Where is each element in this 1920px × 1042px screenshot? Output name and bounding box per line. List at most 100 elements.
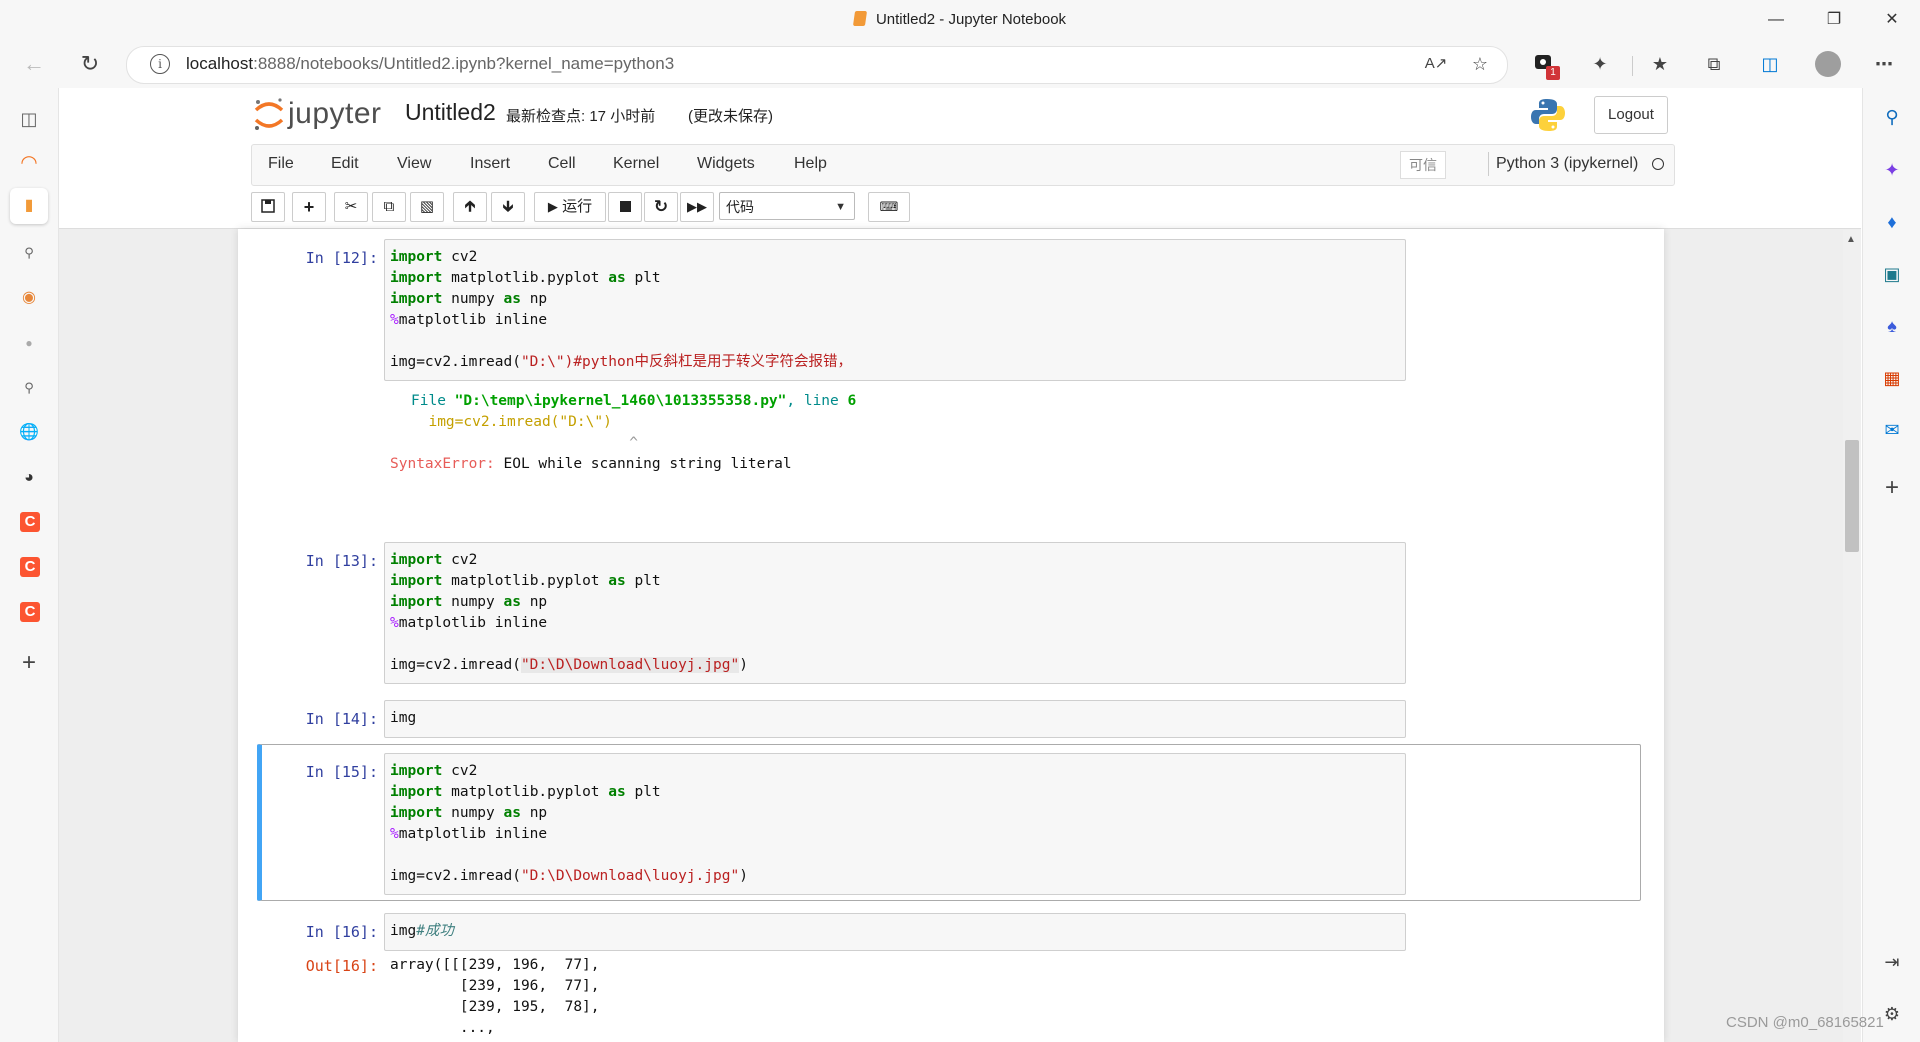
cell-16-output: array([[[239, 196, 77], [239, 196, 77], …	[390, 957, 600, 1036]
office-icon[interactable]: ▦	[1877, 364, 1907, 392]
restart-icon: ↻	[653, 197, 669, 216]
profile-avatar[interactable]	[1815, 51, 1841, 77]
csdn-watermark: CSDN @m0_68165821	[1726, 1014, 1884, 1031]
site-info-icon[interactable]: i	[150, 54, 170, 74]
notebook-tab-icon[interactable]: ▮	[14, 191, 44, 221]
notebook-favicon-icon	[852, 11, 867, 26]
url-host: localhost	[186, 54, 254, 73]
run-label: 运行	[562, 198, 593, 215]
notebook-menubar	[251, 144, 1675, 186]
scissors-icon: ✂	[344, 198, 358, 215]
arrow-up-icon: 🡱	[464, 198, 476, 215]
collections-icon[interactable]: ⧉	[1700, 51, 1728, 77]
games-icon[interactable]: ♠	[1877, 312, 1907, 340]
cell-14-prompt: In [14]:	[305, 710, 378, 728]
cell-12-traceback: File "D:\temp\ipykernel_1460\1013355358.…	[411, 393, 857, 451]
paste-button[interactable]: ▧	[410, 192, 444, 222]
minimize-icon[interactable]: —	[1762, 8, 1790, 32]
checkpoint-status: 最新检查点: 17 小时前	[506, 108, 656, 125]
restart-kernel-button[interactable]: ↻	[644, 192, 678, 222]
keyboard-icon: ⌨	[879, 199, 899, 214]
window-title-text: Untitled2 - Jupyter Notebook	[875, 11, 1067, 28]
copy-icon: ⧉	[383, 198, 395, 215]
cell-13-code: import cv2 import matplotlib.pyplot as p…	[390, 552, 748, 673]
globe-tab-icon[interactable]: 🌐	[14, 418, 44, 448]
notebook-container: In [12]: import cv2 import matplotlib.py…	[238, 229, 1664, 1042]
add-sidebar-app-icon[interactable]: +	[1877, 474, 1907, 502]
move-up-button[interactable]: 🡱	[453, 192, 487, 222]
colorful-tab-icon[interactable]: ◉	[14, 283, 44, 313]
python-logo-icon	[1530, 97, 1566, 133]
menu-insert[interactable]: Insert	[470, 155, 510, 173]
scroll-up-arrow-icon[interactable]: ▲	[1846, 234, 1856, 245]
csdn-tab-icon-2[interactable]: C	[20, 557, 40, 577]
cell-16-out-prompt: Out[16]:	[305, 957, 378, 975]
menu-cell[interactable]: Cell	[548, 155, 576, 173]
cell-16-code: img#成功	[390, 923, 454, 939]
cell-14-input[interactable]	[384, 700, 1406, 738]
clipboard-icon: ▧	[419, 198, 435, 215]
csdn-tab-icon-1[interactable]: C	[20, 512, 40, 532]
edge-bar-icon[interactable]: ◫	[1756, 51, 1784, 77]
menu-kernel[interactable]: Kernel	[613, 155, 659, 173]
play-icon: ▶	[547, 199, 558, 214]
tools-briefcase-icon[interactable]: ▣	[1877, 260, 1907, 288]
fast-forward-icon: ▶▶	[687, 199, 707, 214]
favorites-icon[interactable]: ★	[1646, 51, 1674, 77]
cell-type-select[interactable]: 代码 ▼	[719, 192, 855, 220]
command-palette-button[interactable]: ⌨	[868, 192, 910, 222]
arrow-down-icon: 🡳	[502, 198, 514, 215]
shopping-tag-icon[interactable]: ♦	[1877, 208, 1907, 236]
save-icon	[261, 199, 275, 213]
logout-button[interactable]: Logout	[1594, 96, 1668, 134]
jupyter-logo[interactable]: jupyter	[252, 96, 392, 132]
cell-12-code: import cv2 import matplotlib.pyplot as p…	[390, 249, 852, 370]
dot-tab-icon[interactable]: ●	[14, 328, 44, 358]
menu-view[interactable]: View	[397, 155, 431, 173]
outlook-icon[interactable]: ✉	[1877, 416, 1907, 444]
menu-widgets[interactable]: Widgets	[697, 155, 755, 173]
cut-button[interactable]: ✂	[334, 192, 368, 222]
menu-file[interactable]: File	[268, 155, 294, 173]
save-button[interactable]	[251, 192, 285, 222]
restart-run-all-button[interactable]: ▶▶	[680, 192, 714, 222]
globe-tab-icon-2[interactable]: ◕	[14, 463, 44, 493]
url-text[interactable]: localhost:8888/notebooks/Untitled2.ipynb…	[186, 54, 674, 74]
run-button[interactable]: ▶ 运行	[534, 192, 606, 222]
notebook-name[interactable]: Untitled2	[405, 99, 496, 126]
more-options-icon[interactable]: ⋯	[1870, 51, 1898, 77]
restore-icon[interactable]: ❐	[1820, 8, 1848, 32]
search-tab-icon[interactable]: ⚲	[14, 238, 44, 268]
new-tab-plus-icon[interactable]: +	[14, 648, 44, 678]
extensions-puzzle-icon[interactable]: ✦	[1586, 51, 1614, 77]
add-favorite-icon[interactable]: ☆	[1466, 51, 1494, 77]
hide-sidebar-icon[interactable]: ⇥	[1877, 948, 1907, 976]
back-arrow-icon[interactable]: ←	[18, 50, 50, 78]
menu-edit[interactable]: Edit	[331, 155, 359, 173]
close-icon[interactable]: ✕	[1878, 8, 1906, 32]
page-scrollbar-track[interactable]	[1843, 230, 1861, 1042]
trusted-indicator[interactable]: 可信	[1400, 151, 1446, 179]
tab-actions-icon[interactable]: ◫	[14, 104, 44, 134]
cell-16-input[interactable]	[384, 913, 1406, 951]
search-sidebar-icon[interactable]: ⚲	[1877, 103, 1907, 131]
toolbar-divider	[1632, 56, 1633, 76]
copilot-sparkle-icon[interactable]: ✦	[1877, 156, 1907, 184]
plus-icon: +	[303, 197, 315, 217]
search-tab-icon-2[interactable]: ⚲	[14, 373, 44, 403]
read-aloud-icon[interactable]: A↗	[1422, 51, 1450, 77]
interrupt-button[interactable]	[608, 192, 642, 222]
window-title: Untitled2 - Jupyter Notebook	[0, 11, 1920, 28]
jupyter-tab-icon[interactable]: ◠	[14, 148, 44, 178]
chevron-down-icon: ▼	[835, 201, 846, 213]
csdn-tab-icon-3[interactable]: C	[20, 602, 40, 622]
refresh-icon[interactable]: ↻	[74, 50, 106, 78]
copy-button[interactable]: ⧉	[372, 192, 406, 222]
cell-type-value: 代码	[726, 199, 754, 215]
move-down-button[interactable]: 🡳	[491, 192, 525, 222]
page-scrollbar-thumb[interactable]	[1845, 440, 1859, 552]
kernel-name[interactable]: Python 3 (ipykernel)	[1496, 155, 1638, 173]
menu-help[interactable]: Help	[794, 155, 827, 173]
insert-cell-button[interactable]: +	[292, 192, 326, 222]
stop-icon	[619, 201, 631, 212]
